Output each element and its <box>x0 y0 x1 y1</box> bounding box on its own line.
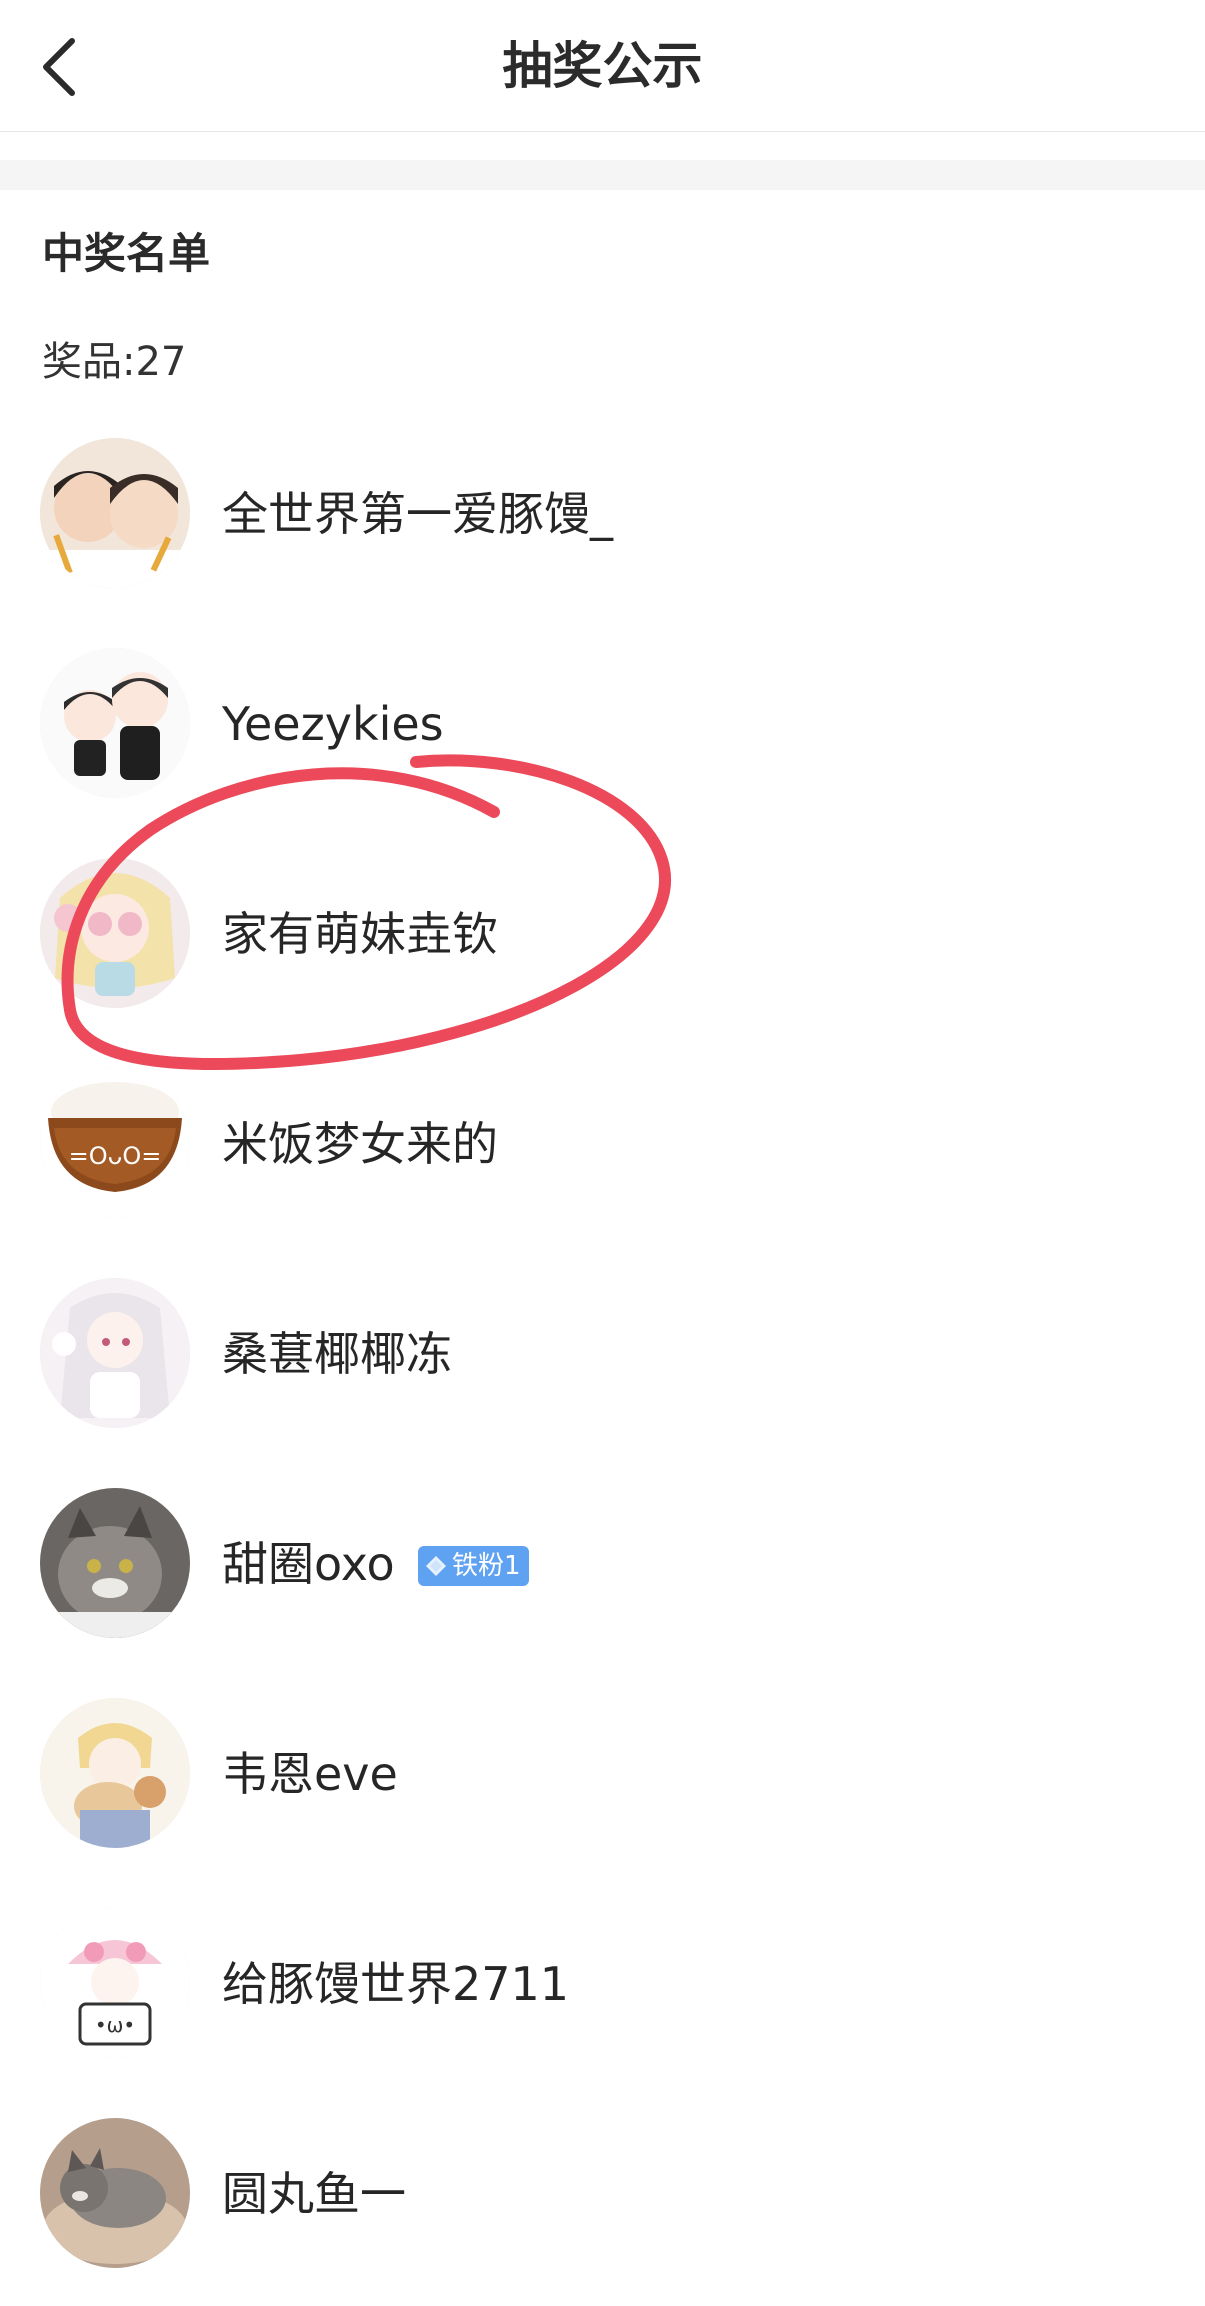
list-item[interactable]: 甜圈oxo 铁粉1 <box>0 1470 1205 1670</box>
svg-text:=OᴗO=: =OᴗO= <box>69 1142 162 1170</box>
winner-name: 给豚馒世界2711 <box>222 1957 570 2011</box>
prize-count: 奖品:27 <box>42 339 187 385</box>
diamond-icon <box>426 1556 446 1576</box>
top-nav-bar: 抽奖公示 <box>0 0 1205 132</box>
avatar[interactable]: •ω• <box>40 1908 190 2058</box>
list-item[interactable]: 圆丸鱼一 <box>0 2100 1205 2300</box>
avatar[interactable] <box>40 2118 190 2268</box>
list-item[interactable]: •ω• 给豚馒世界2711 <box>0 1890 1205 2090</box>
badge-label: 铁粉1 <box>452 1551 521 1581</box>
avatar[interactable] <box>40 1278 190 1428</box>
winner-name: 全世界第一爱豚馒_ <box>222 487 613 541</box>
winner-name: 家有萌妹垚钦 <box>222 907 498 961</box>
winner-name: 韦恩eve <box>222 1747 398 1801</box>
winner-name: 米饭梦女来的 <box>222 1117 498 1171</box>
list-item[interactable]: Yeezykies <box>0 630 1205 830</box>
page-title: 抽奖公示 <box>502 37 703 95</box>
avatar[interactable]: =OᴗO= <box>40 1068 190 1218</box>
list-item[interactable]: =OᴗO= 米饭梦女来的 <box>0 1050 1205 1250</box>
avatar[interactable] <box>40 438 190 588</box>
avatar[interactable] <box>40 858 190 1008</box>
avatar[interactable] <box>40 1488 190 1638</box>
winner-name: 圆丸鱼一 <box>222 2167 406 2221</box>
winner-name: 桑葚椰椰冻 <box>222 1327 452 1381</box>
section-divider <box>0 160 1205 190</box>
avatar[interactable] <box>40 648 190 798</box>
list-item[interactable]: 韦恩eve <box>0 1680 1205 1880</box>
avatar[interactable] <box>40 1698 190 1848</box>
fan-level-badge: 铁粉1 <box>418 1546 529 1586</box>
lottery-result-page: 抽奖公示 中奖名单 奖品:27 全世界第一爱豚馒_ Yeezykies 家有萌妹… <box>0 0 1205 2306</box>
list-item[interactable]: 全世界第一爱豚馒_ <box>0 420 1205 620</box>
list-item[interactable]: 家有萌妹垚钦 <box>0 840 1205 1040</box>
list-item[interactable]: 桑葚椰椰冻 <box>0 1260 1205 1460</box>
winner-list-heading: 中奖名单 <box>42 229 211 278</box>
svg-text:•ω•: •ω• <box>95 2013 135 2037</box>
winner-name: Yeezykies <box>222 697 444 751</box>
winner-name: 甜圈oxo <box>222 1537 395 1591</box>
